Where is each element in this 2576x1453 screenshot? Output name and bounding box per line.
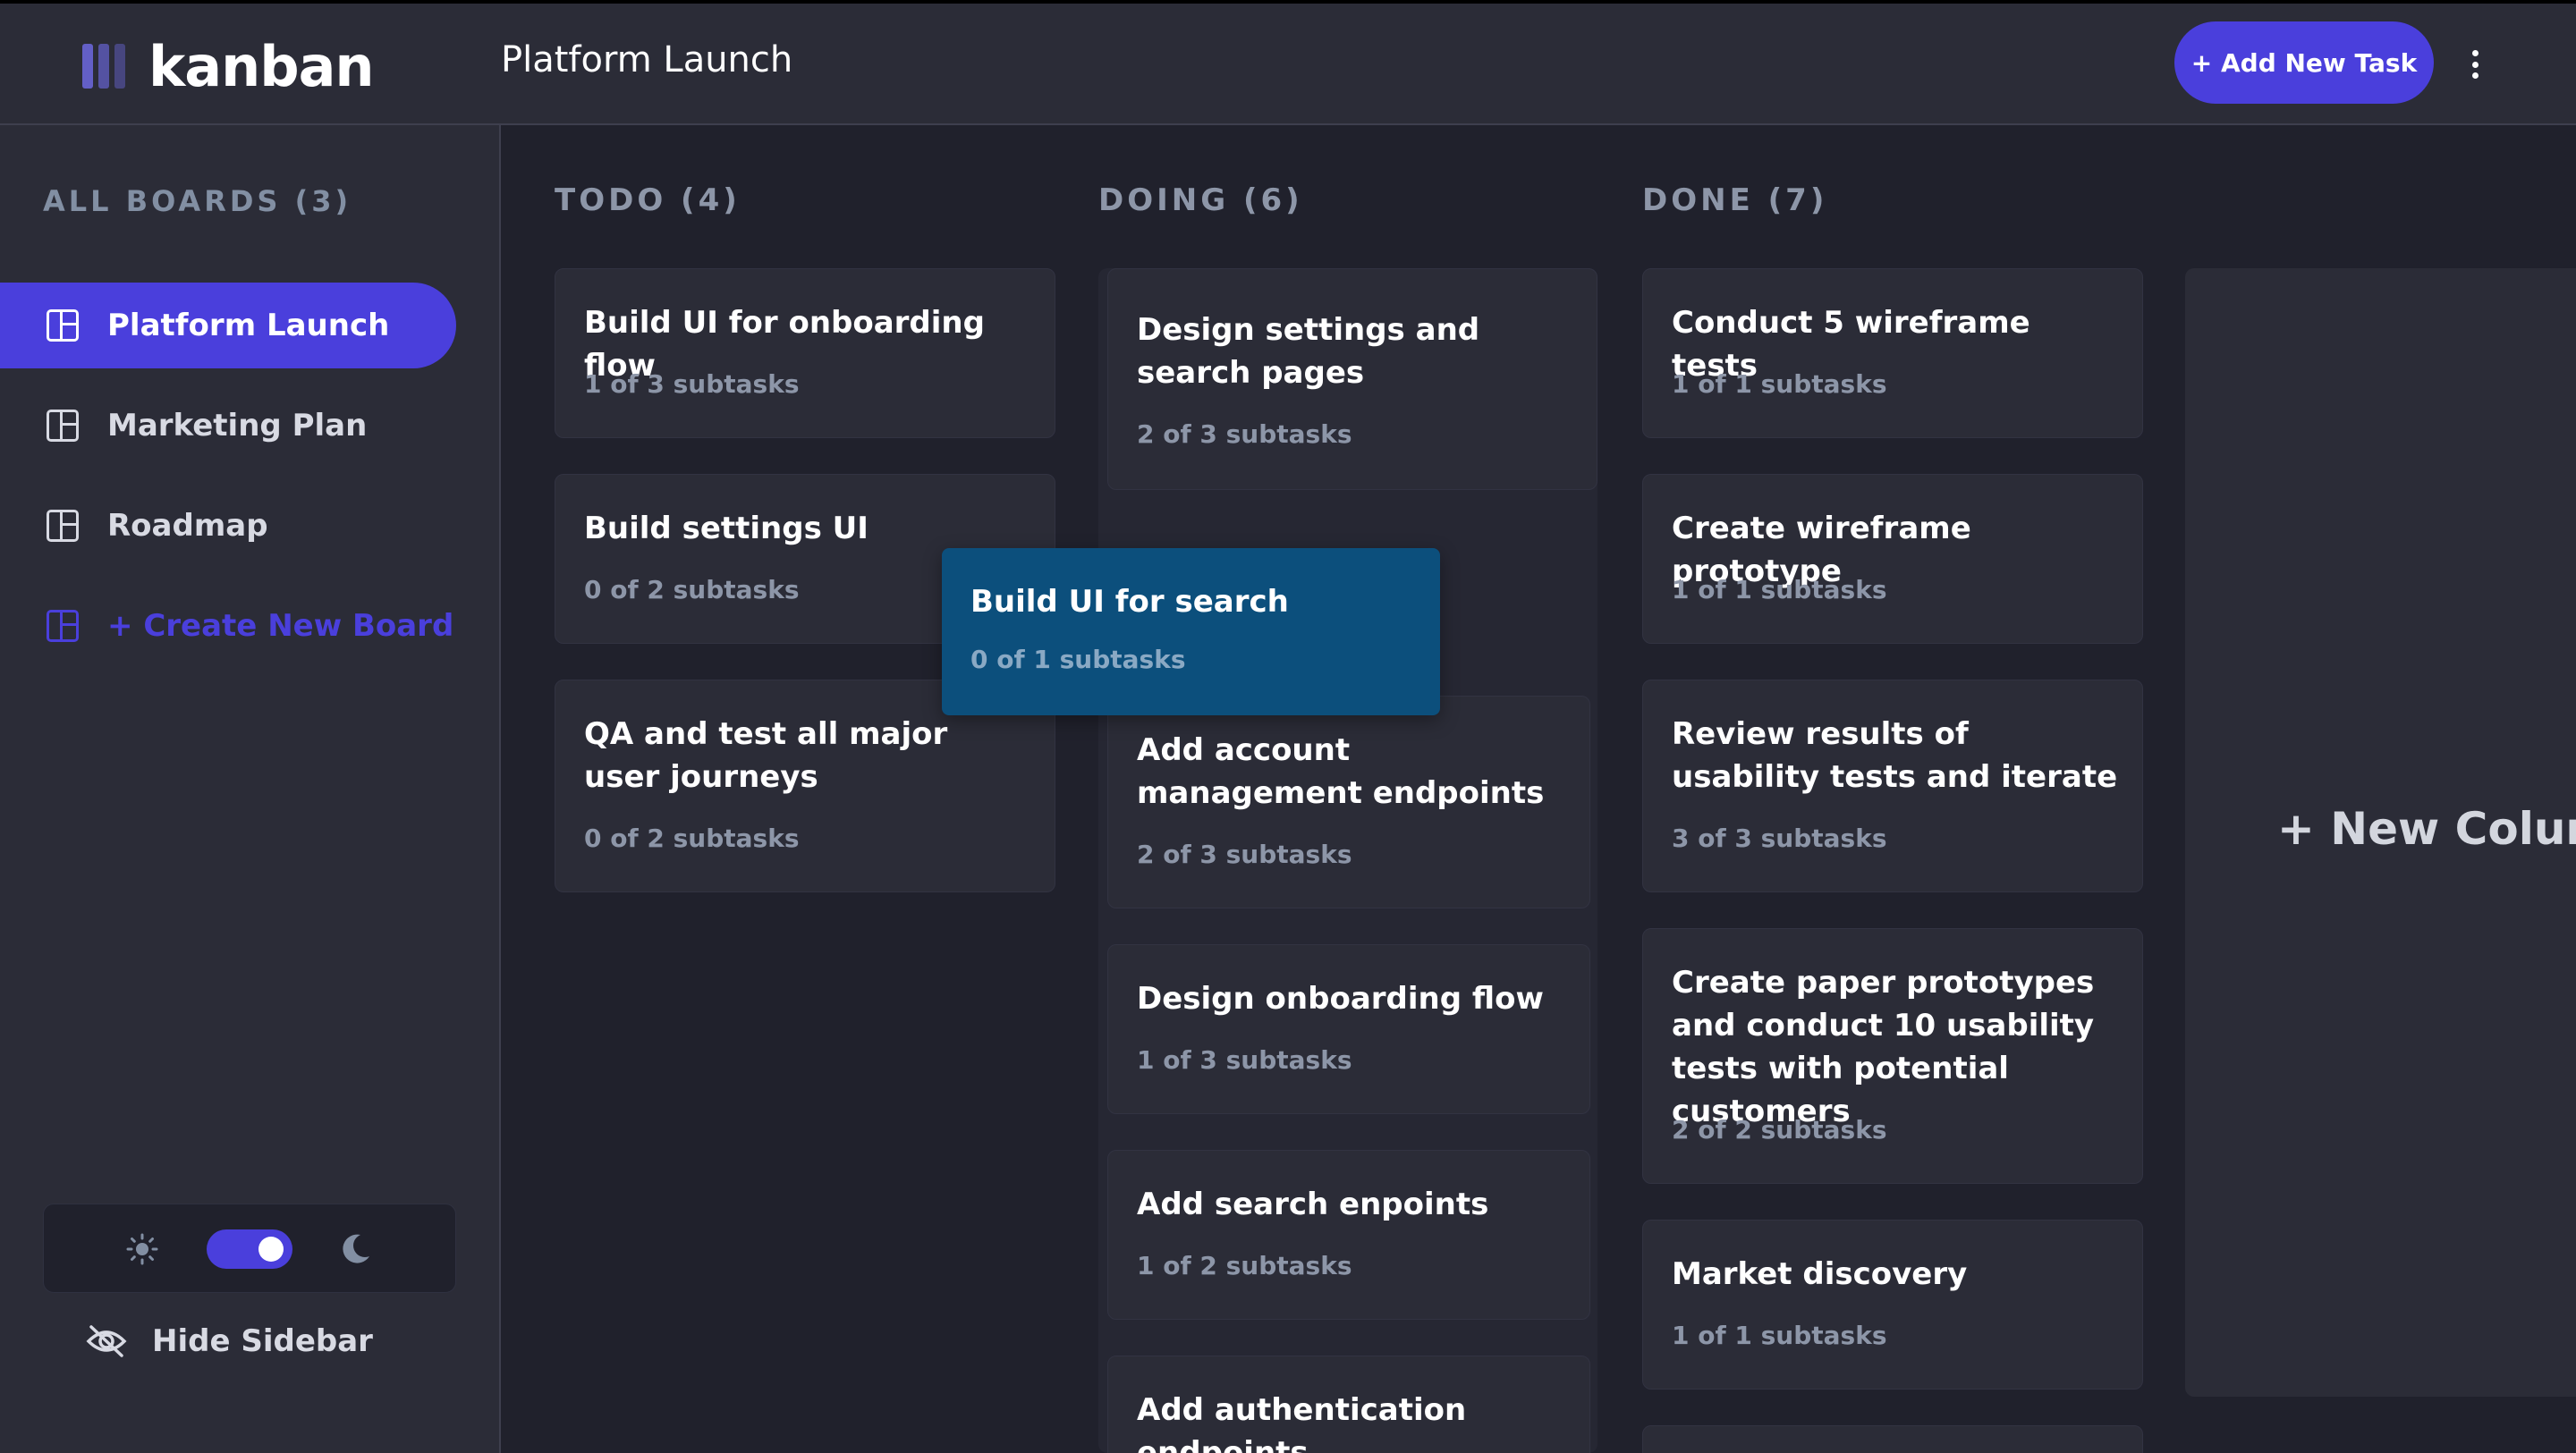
column-title-todo: TODO (4) bbox=[555, 182, 741, 218]
task-title: Add authentication endpoints bbox=[1137, 1392, 1467, 1453]
theme-toggle-panel bbox=[43, 1204, 456, 1293]
task-title: Design settings and search pages bbox=[1137, 312, 1480, 391]
task-title: QA and test all major user journeys bbox=[584, 716, 948, 795]
sidebar-item-platform-launch[interactable]: Platform Launch bbox=[0, 283, 456, 368]
sun-icon bbox=[126, 1233, 158, 1265]
add-new-task-button[interactable]: + Add New Task bbox=[2174, 21, 2434, 104]
task-title: Review results of usability tests and it… bbox=[1672, 716, 2118, 795]
task-subtasks: 0 of 1 subtasks bbox=[970, 645, 1186, 674]
eye-slash-icon bbox=[86, 1325, 127, 1357]
theme-toggle-switch[interactable] bbox=[207, 1229, 292, 1269]
top-header: kanban Platform Launch + Add New Task bbox=[0, 0, 2576, 125]
more-options-icon[interactable] bbox=[2462, 39, 2488, 89]
task-card[interactable]: Add authentication endpoints bbox=[1107, 1356, 1590, 1453]
task-subtasks: 2 of 3 subtasks bbox=[1137, 419, 1352, 449]
sidebar: ALL BOARDS (3) Platform Launch Marketing… bbox=[0, 125, 501, 1453]
task-card[interactable]: Design onboarding flow 1 of 3 subtasks bbox=[1107, 944, 1590, 1114]
board-icon bbox=[47, 510, 79, 542]
board-icon bbox=[47, 610, 79, 642]
new-column-button[interactable]: + New Column bbox=[2185, 268, 2576, 1397]
task-card[interactable]: Build UI for onboarding flow 1 of 3 subt… bbox=[555, 268, 1055, 438]
task-title: Design onboarding flow bbox=[1137, 981, 1544, 1017]
task-subtasks: 1 of 1 subtasks bbox=[1672, 575, 1887, 604]
new-column-label: + New Column bbox=[2277, 803, 2576, 855]
task-subtasks: 0 of 2 subtasks bbox=[584, 575, 800, 604]
moon-icon bbox=[343, 1234, 369, 1263]
board-icon bbox=[47, 309, 79, 342]
sidebar-item-label: Marketing Plan bbox=[107, 408, 368, 444]
sidebar-item-marketing-plan[interactable]: Marketing Plan bbox=[0, 383, 456, 469]
task-card[interactable]: Design settings and search pages 2 of 3 … bbox=[1107, 268, 1597, 490]
hide-sidebar-label: Hide Sidebar bbox=[152, 1323, 373, 1359]
task-card[interactable]: Create paper prototypes and conduct 10 u… bbox=[1642, 928, 2143, 1184]
sidebar-item-label: Roadmap bbox=[107, 508, 268, 544]
task-title: Add account management endpoints bbox=[1137, 732, 1545, 811]
task-title: Build UI for search bbox=[970, 584, 1289, 620]
task-card[interactable]: Review results of usability tests and it… bbox=[1642, 680, 2143, 892]
task-card[interactable] bbox=[1642, 1425, 2143, 1453]
logo-text: kanban bbox=[148, 33, 375, 99]
task-title: Build settings UI bbox=[584, 511, 869, 546]
sidebar-item-label: Platform Launch bbox=[107, 308, 390, 343]
task-subtasks: 1 of 1 subtasks bbox=[1672, 369, 1887, 399]
task-subtasks: 1 of 3 subtasks bbox=[584, 369, 800, 399]
column-title-doing: DOING (6) bbox=[1098, 182, 1303, 218]
board-icon bbox=[47, 410, 79, 442]
task-subtasks: 1 of 2 subtasks bbox=[1137, 1251, 1352, 1280]
task-subtasks: 2 of 2 subtasks bbox=[1672, 1115, 1887, 1145]
task-subtasks: 0 of 2 subtasks bbox=[584, 824, 800, 853]
board-title: Platform Launch bbox=[501, 39, 793, 80]
task-card[interactable]: Add account management endpoints 2 of 3 … bbox=[1107, 696, 1590, 908]
create-new-board-button[interactable]: + Create New Board bbox=[0, 583, 456, 669]
hide-sidebar-button[interactable]: Hide Sidebar bbox=[86, 1323, 373, 1359]
create-new-board-label: + Create New Board bbox=[107, 608, 454, 644]
task-subtasks: 2 of 3 subtasks bbox=[1137, 840, 1352, 869]
task-subtasks: 1 of 1 subtasks bbox=[1672, 1321, 1887, 1350]
sidebar-item-roadmap[interactable]: Roadmap bbox=[0, 483, 456, 569]
logo: kanban bbox=[82, 34, 375, 99]
task-card[interactable]: Add search enpoints 1 of 2 subtasks bbox=[1107, 1150, 1590, 1320]
all-boards-heading: ALL BOARDS (3) bbox=[43, 184, 352, 218]
dragging-task-card[interactable]: Build UI for search 0 of 1 subtasks bbox=[942, 548, 1440, 715]
task-card[interactable]: Create wireframe prototype 1 of 1 subtas… bbox=[1642, 474, 2143, 644]
task-card[interactable]: Market discovery 1 of 1 subtasks bbox=[1642, 1220, 2143, 1390]
column-title-done: DONE (7) bbox=[1642, 182, 1828, 218]
task-title: Create paper prototypes and conduct 10 u… bbox=[1672, 965, 2095, 1129]
task-subtasks: 1 of 3 subtasks bbox=[1137, 1045, 1352, 1075]
task-subtasks: 3 of 3 subtasks bbox=[1672, 824, 1887, 853]
task-title: Market discovery bbox=[1672, 1256, 1968, 1292]
task-card[interactable]: Conduct 5 wireframe tests 1 of 1 subtask… bbox=[1642, 268, 2143, 438]
toggle-knob bbox=[258, 1237, 284, 1262]
logo-icon bbox=[82, 44, 125, 89]
task-title: Add search enpoints bbox=[1137, 1187, 1489, 1222]
kanban-app: kanban Platform Launch + Add New Task AL… bbox=[0, 0, 2576, 1453]
